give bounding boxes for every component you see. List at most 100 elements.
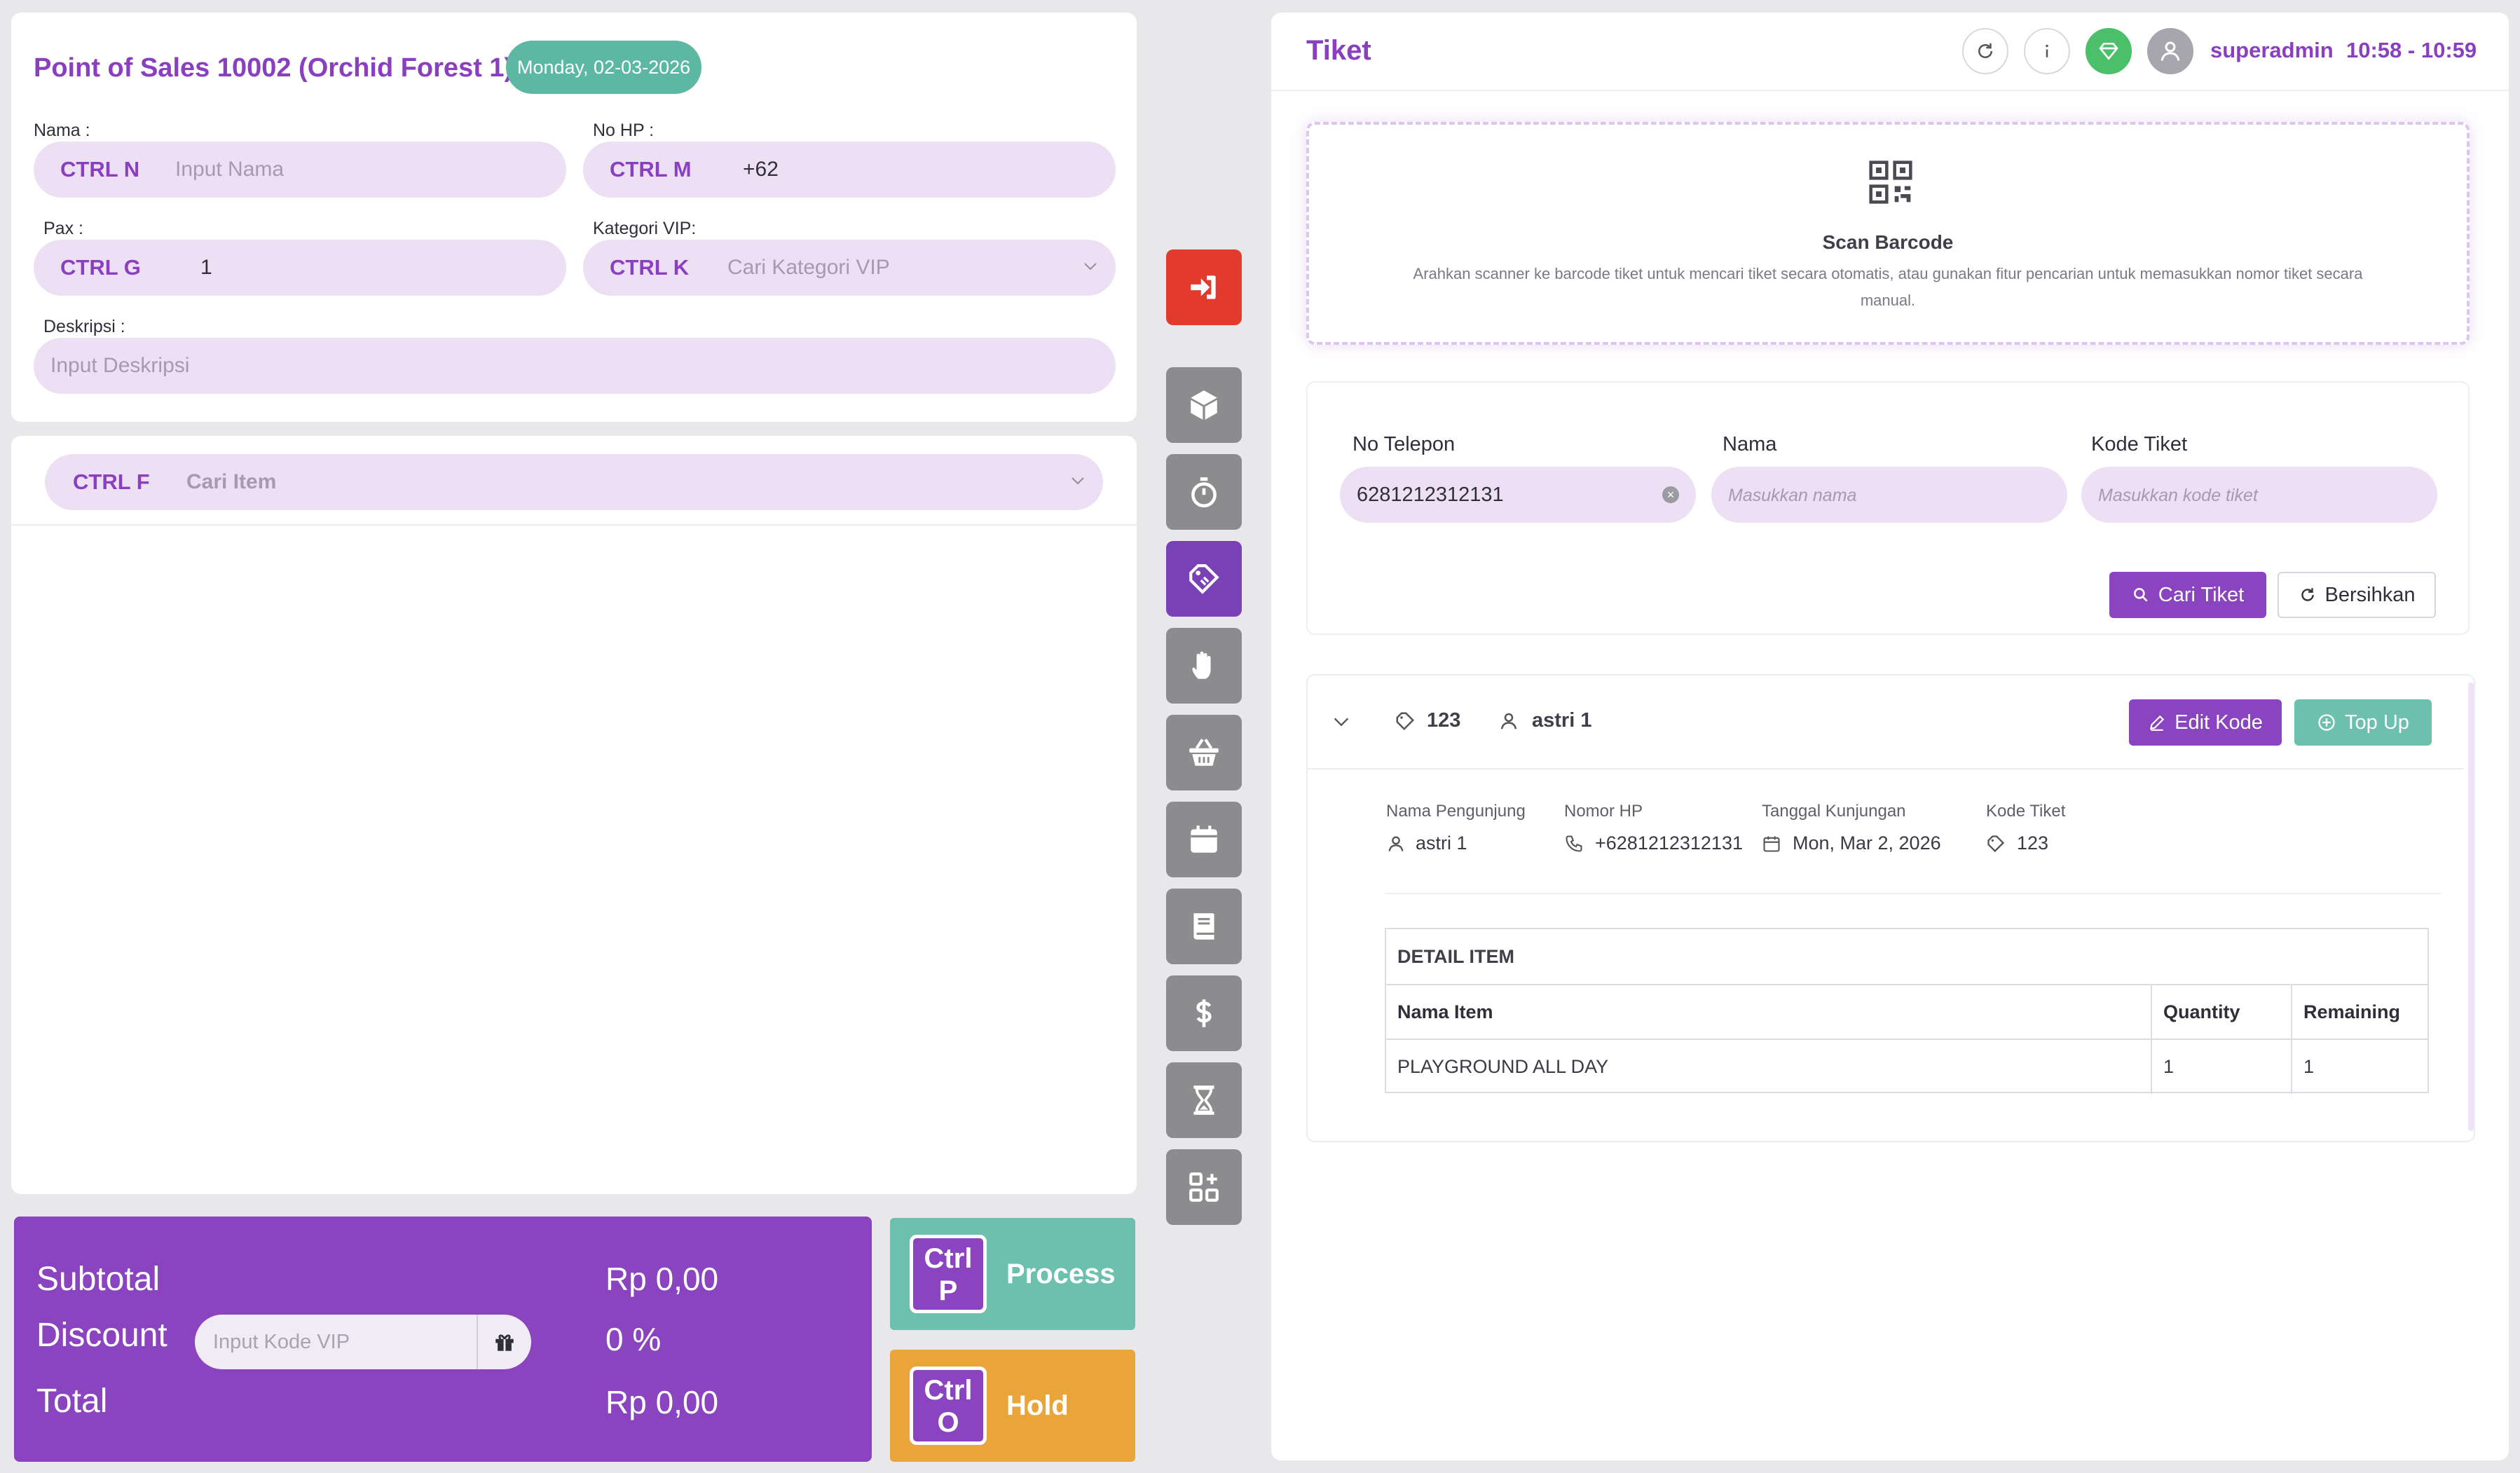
refresh-button[interactable] xyxy=(1962,28,2008,74)
box-icon xyxy=(1191,390,1217,420)
qr-code-icon xyxy=(1869,160,1912,204)
total-label: Total xyxy=(36,1383,108,1420)
hourglass-icon xyxy=(1193,1085,1214,1115)
nohp-input[interactable] xyxy=(743,142,1093,198)
search-ticket-button[interactable]: Cari Tiket xyxy=(2109,572,2266,618)
discount-value: 0 % xyxy=(605,1321,662,1357)
user-name: superadmin xyxy=(2210,38,2334,62)
user-icon xyxy=(2161,41,2180,61)
name-field[interactable] xyxy=(1711,467,2067,523)
apps-icon xyxy=(1189,1172,1219,1202)
edit-code-button[interactable]: Edit Kode xyxy=(2129,699,2282,746)
timer-button[interactable] xyxy=(1166,454,1242,530)
shift-time: 10:58 - 10:59 xyxy=(2346,38,2477,62)
ticket-code-label: Kode Tiket xyxy=(1986,802,2066,821)
table-row: PLAYGROUND ALL DAY 1 1 xyxy=(1386,1039,2427,1094)
clear-button[interactable]: Bersihkan xyxy=(2278,572,2436,618)
ticket-code: 123 xyxy=(1427,709,1461,732)
phone-value: +6281212312131 xyxy=(1595,833,1743,854)
table-cell: 1 xyxy=(2291,1039,2427,1094)
vip-code-field[interactable] xyxy=(195,1315,531,1369)
code-label: Kode Tiket xyxy=(2091,433,2188,455)
discount-label: Discount xyxy=(36,1317,167,1354)
table-header-row: Nama Item Quantity Remaining xyxy=(1386,984,2427,1039)
page-title: Point of Sales 10002 (Orchid Forest 1) xyxy=(34,53,514,83)
table-cell: PLAYGROUND ALL DAY xyxy=(1386,1039,2151,1094)
exit-button[interactable] xyxy=(1166,249,1242,325)
reset-icon xyxy=(2301,588,2314,601)
column-header: Nama Item xyxy=(1386,984,2151,1039)
stopwatch-icon xyxy=(1191,477,1217,508)
nama-label: Nama : xyxy=(34,121,90,140)
vip-category-input[interactable] xyxy=(727,240,1064,296)
process-button[interactable]: Ctrl P Process xyxy=(890,1218,1135,1330)
vip-code-input[interactable] xyxy=(213,1315,479,1369)
deskripsi-label: Deskripsi : xyxy=(43,317,125,336)
scan-title: Scan Barcode xyxy=(1822,231,1954,253)
subtotal-label: Subtotal xyxy=(36,1261,160,1298)
refresh-icon xyxy=(1978,43,1992,58)
nama-field[interactable]: CTRL N xyxy=(34,142,566,198)
vip-category-select[interactable]: CTRL K xyxy=(583,240,1116,296)
item-search-input[interactable] xyxy=(186,454,1027,510)
item-search-field[interactable]: CTRL F xyxy=(45,454,1103,510)
ticket-panel: Tiket superadmin 10:58 - 10:59 Scan Barc… xyxy=(1271,13,2509,1460)
hold-button[interactable]: Ctrl O Hold xyxy=(890,1350,1135,1462)
clear-icon[interactable]: × xyxy=(1662,486,1679,503)
name-input[interactable] xyxy=(1728,467,2036,523)
apps-button[interactable] xyxy=(1166,1149,1242,1225)
divider xyxy=(1308,768,2464,769)
detail-title: DETAIL ITEM xyxy=(1397,946,1514,967)
item-list-card: CTRL F xyxy=(11,436,1137,1194)
chevron-down-icon xyxy=(1084,263,1097,270)
ticket-button[interactable] xyxy=(1166,541,1242,617)
user-icon xyxy=(1500,713,1517,729)
plus-circle-icon xyxy=(2318,714,2335,731)
ticket-icon xyxy=(1189,564,1219,594)
calendar-button[interactable] xyxy=(1166,802,1242,877)
subtotal-value: Rp 0,00 xyxy=(605,1261,719,1297)
deskripsi-field[interactable] xyxy=(34,338,1116,394)
visitor-name: astri 1 xyxy=(1532,709,1592,732)
deskripsi-input[interactable] xyxy=(50,338,1088,394)
name-label: Nama xyxy=(1723,433,1777,455)
status-button[interactable] xyxy=(2086,28,2132,74)
ticket-icon xyxy=(1396,712,1415,731)
scan-barcode-area[interactable]: Scan Barcode Arahkan scanner ke barcode … xyxy=(1306,122,2470,345)
phone-input[interactable] xyxy=(1357,467,1665,523)
date-badge: Monday, 02-03-2026 xyxy=(506,41,702,94)
book-icon xyxy=(1193,913,1214,940)
exit-icon xyxy=(1191,275,1216,299)
nama-input[interactable] xyxy=(175,142,554,198)
info-button[interactable] xyxy=(2024,28,2070,74)
avatar[interactable] xyxy=(2147,28,2193,74)
chevron-down-icon xyxy=(1071,477,1084,485)
visit-date-value: Mon, Mar 2, 2026 xyxy=(1793,833,1941,854)
visitor-value: astri 1 xyxy=(1416,833,1467,854)
column-header: Quantity xyxy=(2151,984,2292,1039)
divider xyxy=(1385,893,2442,894)
nohp-field[interactable]: CTRL M xyxy=(583,142,1116,198)
chevron-down-icon[interactable] xyxy=(1331,712,1351,732)
hand-button[interactable] xyxy=(1166,628,1242,704)
phone-icon xyxy=(1566,835,1582,852)
gift-icon[interactable] xyxy=(477,1315,531,1369)
ticket-code-value: 123 xyxy=(2017,833,2049,854)
payment-button[interactable] xyxy=(1166,975,1242,1051)
scan-description: Arahkan scanner ke barcode tiket untuk m… xyxy=(1413,265,2363,309)
book-button[interactable] xyxy=(1166,889,1242,964)
hold-label: Hold xyxy=(1006,1390,1069,1421)
code-field[interactable] xyxy=(2081,467,2437,523)
dollar-icon xyxy=(1196,999,1212,1027)
pax-input[interactable] xyxy=(200,240,551,296)
pax-field[interactable]: CTRL G xyxy=(34,240,566,296)
scrollbar[interactable] xyxy=(2468,683,2474,1131)
hand-icon xyxy=(1192,651,1211,679)
hourglass-button[interactable] xyxy=(1166,1062,1242,1138)
code-input[interactable] xyxy=(2098,467,2406,523)
products-button[interactable] xyxy=(1166,367,1242,443)
top-up-button[interactable]: Top Up xyxy=(2294,699,2432,746)
phone-field[interactable]: × xyxy=(1340,467,1696,523)
ticket-result-card: 123 astri 1 Edit Kode Top Up Nama Pengun… xyxy=(1306,674,2475,1142)
basket-button[interactable] xyxy=(1166,715,1242,790)
